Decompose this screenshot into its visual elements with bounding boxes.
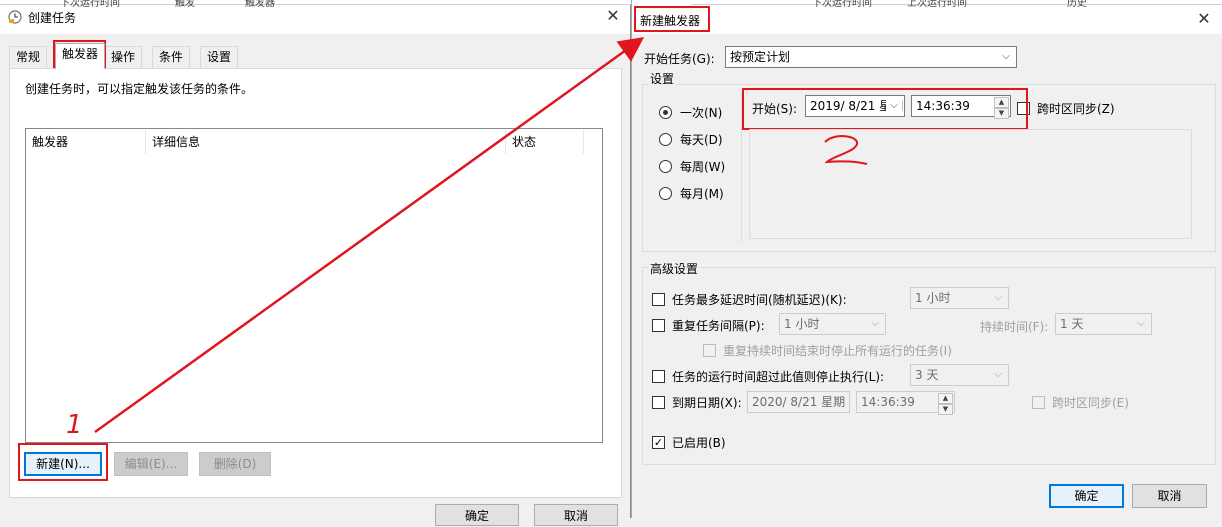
annotation-arrow [94, 37, 645, 434]
tab-triggers[interactable]: 触发器 [55, 43, 106, 69]
